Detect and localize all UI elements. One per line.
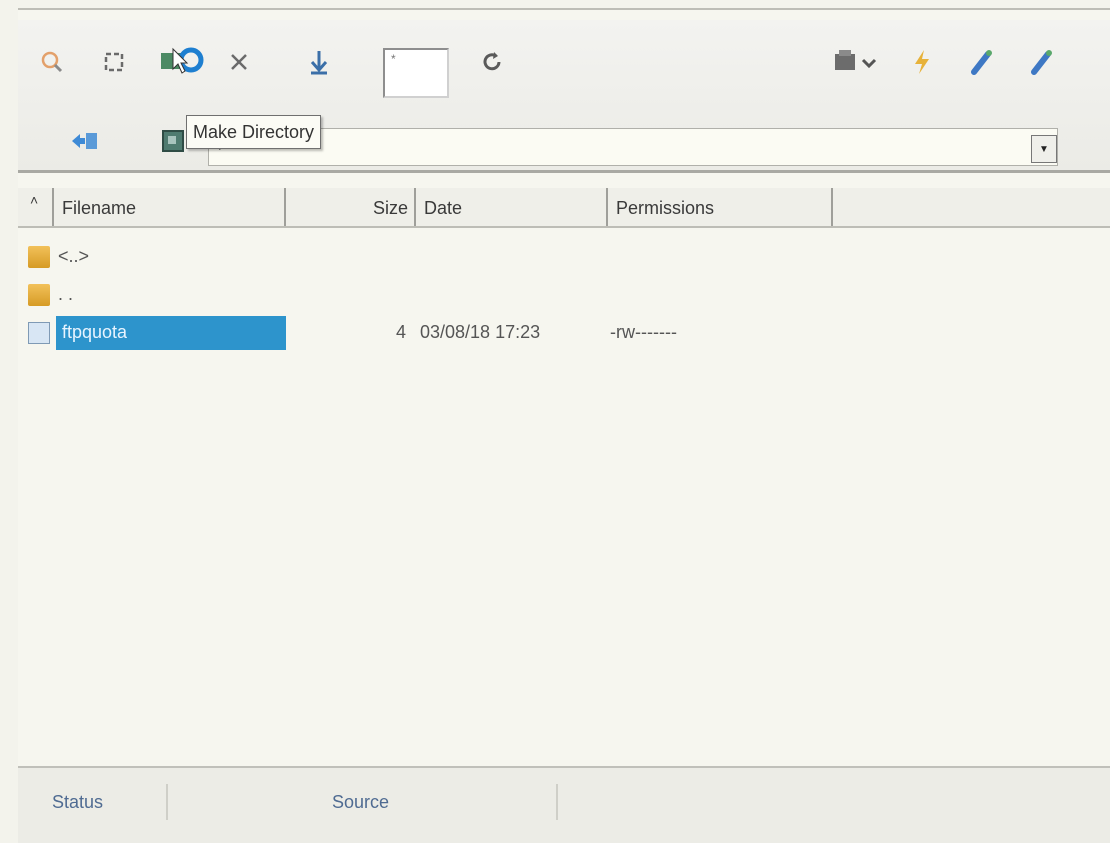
lightning-icon[interactable] [906,46,938,78]
toolbar-row-top: * [18,32,1110,98]
path-input[interactable]: / ▼ [208,128,1058,166]
file-icon [28,322,50,344]
server-icon[interactable] [830,46,880,78]
path-dropdown-button[interactable]: ▼ [1031,135,1057,163]
column-permissions[interactable]: Permissions [608,188,833,226]
sort-indicator-icon[interactable]: ˄ [18,188,54,226]
list-item[interactable]: . . [18,278,1110,312]
file-name: . . [58,284,74,304]
search-icon[interactable] [36,46,68,78]
folder-icon [28,246,50,268]
file-list-header: ˄ Filename Size Date Permissions [18,188,1110,228]
disconnect-icon[interactable] [1026,46,1058,78]
folder-icon [28,284,50,306]
column-date[interactable]: Date [416,188,608,226]
list-item[interactable]: ftpquota 4 03/08/18 17:23 -rw------- [18,316,1110,350]
file-name: <..> [58,246,90,266]
refresh-icon[interactable] [476,46,508,78]
download-icon[interactable] [303,46,335,78]
status-column[interactable]: Status [38,784,168,820]
file-list: <..> . . ftpquota 4 03/08/18 17:23 -rw--… [18,228,1110,766]
delete-icon[interactable] [223,46,255,78]
back-icon[interactable] [68,125,100,157]
chevron-down-icon: ▼ [1039,143,1049,155]
make-directory-tooltip: Make Directory [186,115,322,149]
status-bar: Status Source [18,766,1110,843]
file-date: 03/08/18 17:23 [420,322,541,342]
toolbar: * Make Directory ▼ [18,20,1110,173]
list-item[interactable]: <..> [18,240,1110,274]
ftp-client-window: * Make Directory ▼ ˄ Filename Size Date … [18,8,1110,843]
source-column[interactable]: Source [318,784,558,820]
column-filename[interactable]: Filename [54,188,286,226]
file-name: ftpquota [56,316,286,350]
file-size: 4 [396,322,407,342]
connect-icon[interactable] [966,46,998,78]
file-permissions: -rw------- [610,322,677,342]
column-size[interactable]: Size [286,188,416,226]
filter-input[interactable]: * [383,48,449,98]
make-directory-icon[interactable] [158,46,208,78]
select-icon[interactable] [98,46,130,78]
